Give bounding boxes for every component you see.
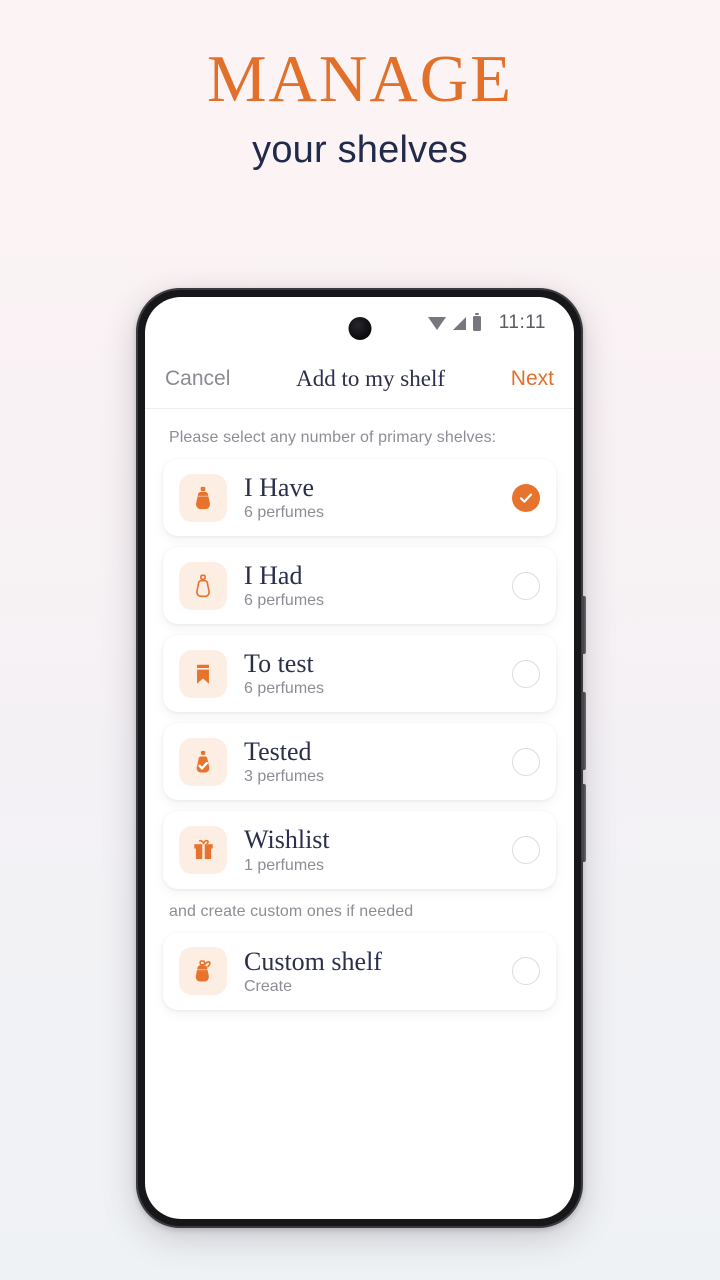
shelf-subtitle: 1 perfumes (244, 856, 325, 874)
shelf-card-tested[interactable]: Tested 3 perfumes (163, 723, 556, 801)
shelf-subtitle: 6 perfumes (244, 504, 325, 522)
shelf-checkbox-unchecked[interactable] (512, 957, 540, 986)
shelf-card-text: Tested 3 perfumes (244, 737, 512, 786)
signal-icon (452, 316, 466, 330)
shelf-title: Wishlist (244, 825, 330, 855)
navigation-bar: Cancel Add to my shelf Next (145, 349, 574, 409)
volume-up-button[interactable] (582, 692, 586, 770)
bookmark-icon (179, 649, 227, 698)
shelf-subtitle: Create (244, 977, 293, 995)
shelf-checkbox-checked[interactable] (512, 483, 540, 512)
perfume-bottle-filled-icon (179, 473, 227, 522)
shelf-checkbox-unchecked[interactable] (512, 571, 540, 600)
volume-down-button[interactable] (582, 784, 586, 862)
custom-section-label: and create custom ones if needed (169, 902, 414, 920)
shelf-title: Custom shelf (244, 946, 382, 976)
shelf-subtitle: 6 perfumes (244, 592, 325, 610)
perfume-spray-icon (179, 947, 227, 996)
primary-section-label: Please select any number of primary shel… (169, 429, 497, 446)
shelf-checkbox-unchecked[interactable] (512, 747, 540, 776)
shelf-title: To test (244, 649, 314, 679)
power-button[interactable] (582, 596, 586, 654)
shelf-checkbox-unchecked[interactable] (512, 835, 540, 864)
shelf-selection-content: Please select any number of primary shel… (145, 409, 574, 1010)
wifi-icon (427, 316, 446, 330)
shelf-card-i-had[interactable]: I Had 6 perfumes (163, 547, 556, 625)
status-bar: 11:11 (145, 297, 574, 349)
shelf-checkbox-unchecked[interactable] (512, 659, 540, 688)
phone-mockup: 11:11 Cancel Add to my shelf Next Please… (136, 288, 586, 1228)
shelf-subtitle: 6 perfumes (244, 680, 325, 698)
promo-headline: MANAGE (206, 42, 514, 116)
shelf-title: Tested (244, 737, 312, 767)
perfume-bottle-check-icon (179, 737, 227, 786)
promo-banner: MANAGE your shelves (0, 46, 720, 172)
promo-subheadline: your shelves (252, 129, 468, 171)
shelf-card-to-test[interactable]: To test 6 perfumes (163, 635, 556, 713)
shelf-card-wishlist[interactable]: Wishlist 1 perfumes (163, 811, 556, 889)
cancel-button[interactable]: Cancel (165, 367, 230, 391)
status-clock: 11:11 (498, 312, 546, 333)
perfume-bottle-outline-icon (179, 561, 227, 610)
shelf-card-custom[interactable]: Custom shelf Create (163, 932, 556, 1010)
shelf-card-text: I Had 6 perfumes (244, 561, 512, 610)
front-camera-punchhole (348, 317, 371, 340)
shelf-card-text: To test 6 perfumes (244, 649, 512, 698)
phone-screen: 11:11 Cancel Add to my shelf Next Please… (145, 297, 574, 1219)
page-title: Add to my shelf (296, 365, 446, 391)
shelf-card-i-have[interactable]: I Have 6 perfumes (163, 459, 556, 537)
next-button[interactable]: Next (511, 367, 554, 391)
shelf-card-text: I Have 6 perfumes (244, 473, 512, 522)
status-icon-group: 11:11 (427, 312, 546, 334)
gift-icon (179, 825, 227, 874)
shelf-card-text: Custom shelf Create (244, 947, 512, 996)
battery-icon (472, 312, 481, 331)
shelf-title: I Had (244, 561, 303, 591)
shelf-card-text: Wishlist 1 perfumes (244, 825, 512, 874)
shelf-subtitle: 3 perfumes (244, 768, 325, 786)
shelf-title: I Have (244, 473, 315, 502)
